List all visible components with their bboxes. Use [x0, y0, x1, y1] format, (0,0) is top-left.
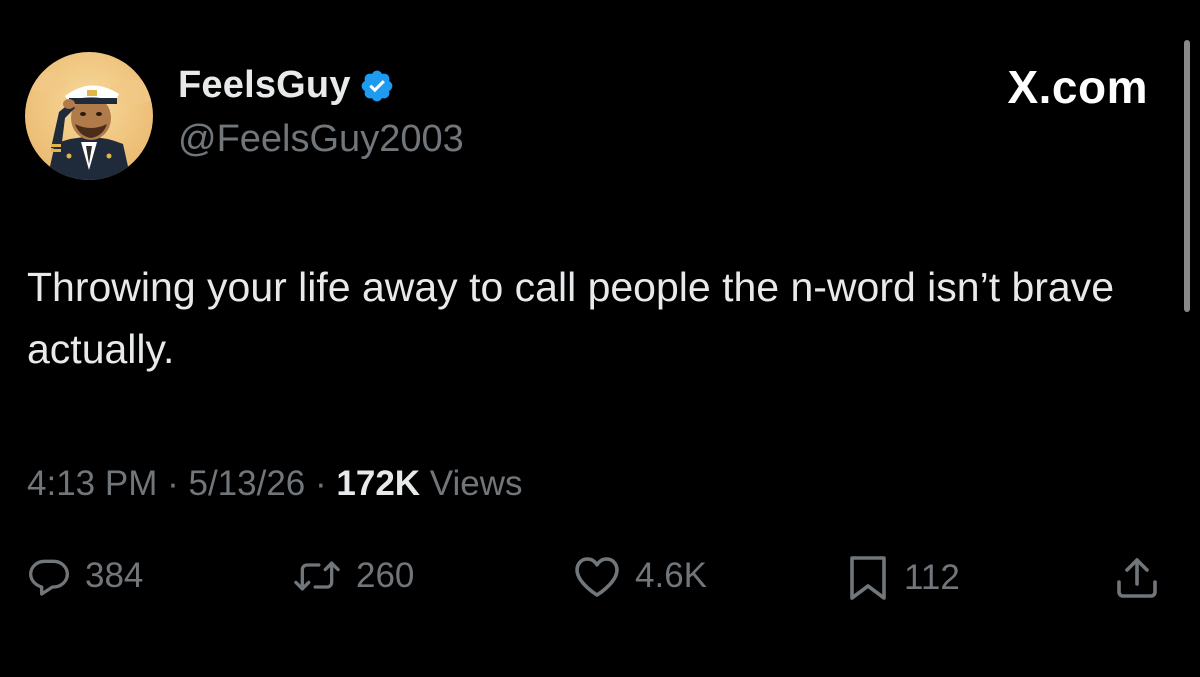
author-handle[interactable]: @FeelsGuy2003: [178, 118, 464, 161]
bookmark-button[interactable]: 112: [846, 554, 960, 602]
tweet-date[interactable]: 5/13/26: [188, 464, 305, 503]
display-name[interactable]: FeelsGuy: [178, 64, 351, 107]
like-count: 4.6K: [635, 556, 707, 595]
bookmark-icon: [850, 556, 886, 600]
author-name-row[interactable]: FeelsGuy: [178, 64, 395, 107]
repost-icon: [294, 561, 340, 591]
bookmark-count: 112: [904, 558, 960, 597]
tweet-text: Throwing your life away to call people t…: [27, 264, 1115, 372]
views-count[interactable]: 172K: [336, 464, 420, 503]
tweet-time[interactable]: 4:13 PM: [27, 464, 157, 503]
share-icon: [1117, 558, 1157, 598]
repost-button[interactable]: 260: [292, 554, 414, 598]
meta-separator: ·: [167, 464, 179, 503]
site-logo: X.com: [1007, 61, 1148, 113]
heart-icon: [575, 557, 619, 597]
repost-count: 260: [356, 556, 415, 595]
scrollbar[interactable]: [1184, 40, 1190, 312]
reply-count: 384: [85, 556, 144, 595]
share-button[interactable]: [1112, 554, 1162, 602]
reply-button[interactable]: 384: [27, 554, 143, 598]
tweet-meta: 4:13 PM · 5/13/26 · 172K Views: [27, 464, 523, 504]
action-bar: 384 260 4.6K 112: [0, 554, 1200, 606]
avatar[interactable]: [25, 52, 153, 180]
meta-separator: ·: [315, 464, 327, 503]
views-label: Views: [429, 464, 523, 503]
reply-icon: [29, 559, 69, 596]
verified-badge-icon: [361, 70, 393, 101]
like-button[interactable]: 4.6K: [573, 554, 707, 598]
